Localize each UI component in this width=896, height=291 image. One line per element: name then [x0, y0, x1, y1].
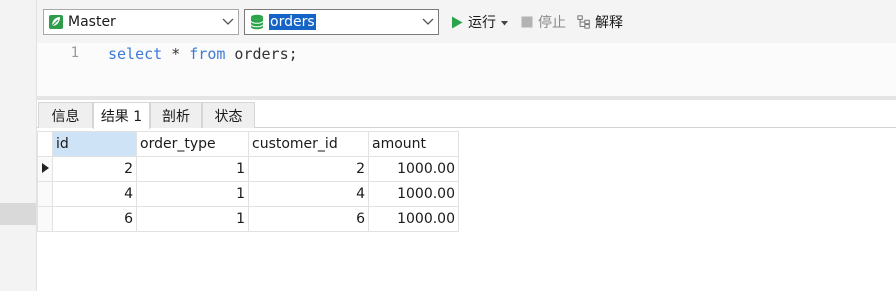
result-tabs: 信息 结果 1 剖析 状态 [37, 100, 896, 129]
cell-id[interactable]: 2 [52, 156, 137, 182]
table-row[interactable]: 6 1 6 1000.00 [37, 206, 459, 232]
line-number: 1 [70, 45, 79, 61]
row-selector[interactable] [37, 156, 53, 182]
sql-editor[interactable]: 1 select * from orders; [37, 43, 896, 96]
left-sidebar-strip [0, 0, 37, 291]
current-row-arrow-icon [41, 161, 49, 177]
cell-customer-id[interactable]: 6 [248, 206, 369, 232]
cell-customer-id[interactable]: 4 [248, 181, 369, 207]
connection-select-value: Master [68, 14, 116, 30]
connection-leaf-icon [48, 14, 64, 30]
run-button[interactable]: 运行 [450, 11, 510, 33]
explain-button-label: 解释 [595, 15, 623, 31]
sql-code-line[interactable]: select * from orders; [108, 45, 298, 63]
cell-amount[interactable]: 1000.00 [368, 181, 459, 207]
cell-order-type[interactable]: 1 [136, 206, 249, 232]
column-header-order-type[interactable]: order_type [136, 131, 249, 157]
selection-band [0, 203, 36, 225]
column-header-customer-id[interactable]: customer_id [248, 131, 369, 157]
line-gutter: 1 [37, 43, 87, 96]
column-header-id[interactable]: id [52, 131, 137, 157]
cell-amount[interactable]: 1000.00 [368, 206, 459, 232]
play-icon [450, 15, 464, 29]
query-toolbar: Master orders 运行 停止 解释 [37, 0, 896, 43]
chevron-down-icon[interactable] [418, 10, 438, 34]
chevron-down-icon[interactable] [218, 10, 238, 34]
run-button-label: 运行 [468, 15, 496, 31]
cell-amount[interactable]: 1000.00 [368, 156, 459, 182]
cell-order-type[interactable]: 1 [136, 156, 249, 182]
cell-id[interactable]: 4 [52, 181, 137, 207]
sql-text: * [162, 45, 190, 63]
stop-button-label: 停止 [538, 15, 566, 31]
results-grid: id order_type customer_id amount 2 1 2 1… [37, 131, 459, 232]
tab-info[interactable]: 信息 [38, 102, 93, 128]
sql-table-text: orders; [225, 45, 298, 63]
database-select-value: orders [269, 14, 316, 30]
row-selector[interactable] [37, 181, 53, 207]
cell-customer-id[interactable]: 2 [248, 156, 369, 182]
explain-tree-icon [577, 15, 591, 29]
database-select[interactable]: orders [244, 9, 439, 35]
stop-icon [520, 15, 534, 29]
sql-keyword-select: select [108, 45, 163, 63]
header-row: id order_type customer_id amount [37, 131, 459, 157]
table-row[interactable]: 2 1 2 1000.00 [37, 156, 459, 182]
row-header-corner [37, 131, 53, 157]
connection-select[interactable]: Master [43, 9, 239, 35]
database-icon [249, 14, 265, 30]
explain-button[interactable]: 解释 [577, 11, 623, 33]
table-row[interactable]: 4 1 4 1000.00 [37, 181, 459, 207]
stop-button[interactable]: 停止 [520, 11, 566, 33]
tab-result-1[interactable]: 结果 1 [93, 102, 150, 129]
cell-id[interactable]: 6 [52, 206, 137, 232]
row-selector[interactable] [37, 206, 53, 232]
run-dropdown-icon[interactable] [501, 14, 508, 30]
tab-profile[interactable]: 剖析 [150, 102, 202, 128]
cell-order-type[interactable]: 1 [136, 181, 249, 207]
sql-keyword-from: from [189, 45, 226, 63]
tab-status[interactable]: 状态 [202, 102, 255, 128]
column-header-amount[interactable]: amount [368, 131, 459, 157]
